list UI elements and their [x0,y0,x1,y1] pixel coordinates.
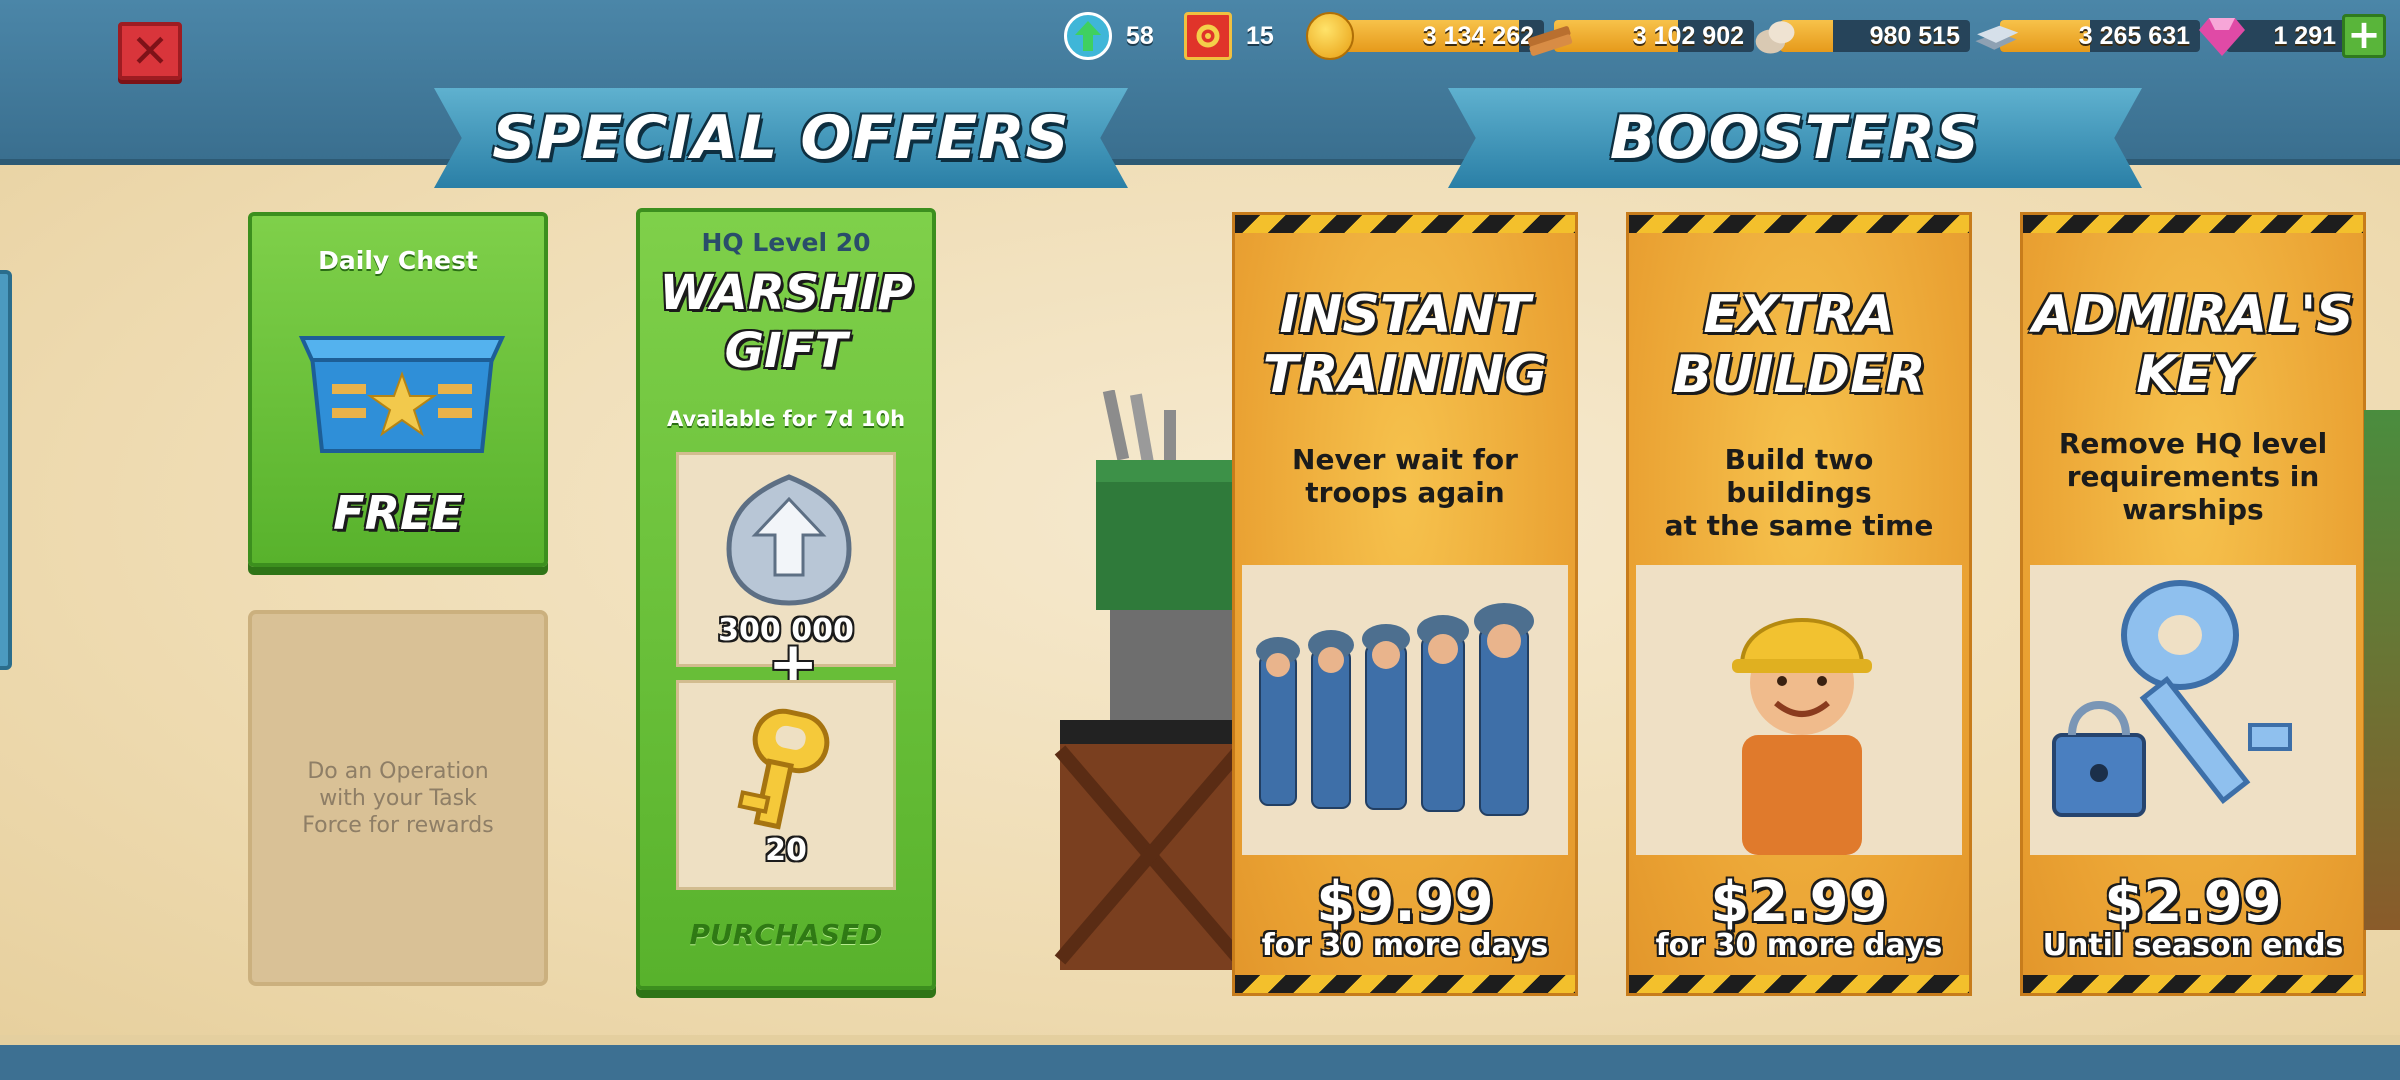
stone-resource: 980 515 [1752,14,1970,58]
hazard-stripes [1629,975,1969,993]
boosters-banner: BOOSTERS [1448,88,2142,188]
wood-icon [1526,12,1574,60]
booster-desc-line2: at the same time [1664,509,1934,542]
intel-icon [1064,12,1112,60]
warship-gift-title: WARSHIP GIFT [640,264,932,380]
boosters-title: BOOSTERS [1609,103,1981,173]
parts-resource: 15 [1184,12,1274,60]
booster-title: INSTANT TRAINING [1235,285,1575,405]
reward-box-key: 20 [676,680,896,890]
booster-desc-line2: troops again [1305,476,1505,509]
bottom-bar [0,1035,2400,1080]
daily-chest-card[interactable]: Daily Chest FREE [248,212,548,567]
booster-desc-line1: Remove HQ level [2058,427,2328,460]
booster-price: $2.99 [2104,870,2282,935]
diamond-icon [2198,12,2246,60]
gold-coin-icon [1306,12,1354,60]
booster-title: ADMIRAL'S KEY [2023,285,2363,405]
daily-chest-title: Daily Chest [318,246,478,275]
close-icon: ✕ [130,24,170,78]
warship-gift-card[interactable]: HQ Level 20 WARSHIP GIFT Available for 7… [636,208,936,990]
troops-illustration [1242,565,1568,855]
booster-title-line2: KEY [2136,345,2250,405]
special-offers-banner: SPECIAL OFFERS [434,88,1128,188]
stone-icon [1752,12,1800,60]
booster-price: $2.99 [1710,870,1888,935]
booster-duration: for 30 more days [1655,928,1943,963]
gold-bar: 3 134 262 [1334,20,1544,52]
availability-label: Available for 7d 10h [666,407,906,431]
iron-bar: 3 265 631 [2000,20,2200,52]
hazard-stripes [1235,215,1575,233]
operation-hint-text: Do an Operation with your Task Force for… [302,758,494,838]
hazard-stripes [2023,975,2363,993]
booster-card-extra-builder[interactable]: EXTRA BUILDER Build two buildings at the… [1626,212,1972,996]
booster-description: Remove HQ level requirements in warships [2043,427,2343,526]
wood-resource: 3 102 902 [1526,14,1754,58]
stone-bar: 980 515 [1780,20,1970,52]
booster-description: Never wait for troops again [1255,443,1555,509]
task-force-operation-card: Do an Operation with your Task Force for… [248,610,548,986]
admirals-key-illustration [2030,565,2356,855]
offscreen-card-edge [2364,410,2400,930]
hazard-stripes [2023,215,2363,233]
chest-icon [292,316,512,456]
wood-bar: 3 102 902 [1554,20,1754,52]
hazard-stripes [1629,215,1969,233]
builder-illustration [1636,565,1962,855]
booster-card-instant-training[interactable]: INSTANT TRAINING Never wait for troops a… [1232,212,1578,996]
buy-diamonds-button[interactable]: + [2342,14,2386,58]
warship-gift-title-line1: WARSHIP [659,265,913,321]
booster-price: $9.99 [1316,870,1494,935]
special-offers-title: SPECIAL OFFERS [492,103,1070,173]
iron-icon [1972,12,2020,60]
booster-desc-line1: Build two buildings [1724,443,1874,509]
booster-desc-line3: warships [2122,493,2264,526]
gear-parts-icon [1184,12,1232,60]
close-button[interactable]: ✕ [118,22,182,80]
parts-value: 15 [1246,21,1274,50]
hq-level-label: HQ Level 20 [701,228,871,257]
purchased-label: PURCHASED [689,918,883,951]
booster-duration: for 30 more days [1261,928,1549,963]
upgrade-arrow-icon [719,471,859,615]
booster-duration: Until season ends [2042,928,2344,963]
gold-value: 3 134 262 [1422,22,1534,50]
wood-value: 3 102 902 [1632,22,1744,50]
golden-key-icon [719,703,859,837]
stone-value: 980 515 [1869,22,1960,50]
gold-resource: 3 134 262 [1306,12,1544,60]
booster-description: Build two buildings at the same time [1649,443,1949,542]
iron-value: 3 265 631 [2078,22,2190,50]
base-scenery [1040,389,1246,970]
free-label: FREE [333,486,463,540]
booster-title-line2: BUILDER [1672,345,1926,405]
booster-title-line2: TRAINING [1262,345,1548,405]
plus-icon: + [2347,12,2381,58]
iron-resource: 3 265 631 [1972,14,2200,58]
intel-value: 58 [1126,21,1154,50]
booster-title-line1: EXTRA [1703,285,1895,345]
warship-gift-title-line2: GIFT [724,323,848,379]
booster-desc-line1: Never wait for [1292,443,1518,476]
booster-card-admirals-key[interactable]: ADMIRAL'S KEY Remove HQ level requiremen… [2020,212,2366,996]
side-panel-edge [0,270,12,670]
hazard-stripes [1235,975,1575,993]
booster-title-line1: ADMIRAL'S [2032,285,2354,345]
reward2-value: 20 [765,833,807,868]
booster-desc-line2: requirements in [2066,460,2320,493]
intel-resource: 58 [1064,12,1154,60]
diamonds-value: 1 291 [2273,22,2336,50]
booster-title: EXTRA BUILDER [1629,285,1969,405]
booster-title-line1: INSTANT [1279,285,1531,345]
